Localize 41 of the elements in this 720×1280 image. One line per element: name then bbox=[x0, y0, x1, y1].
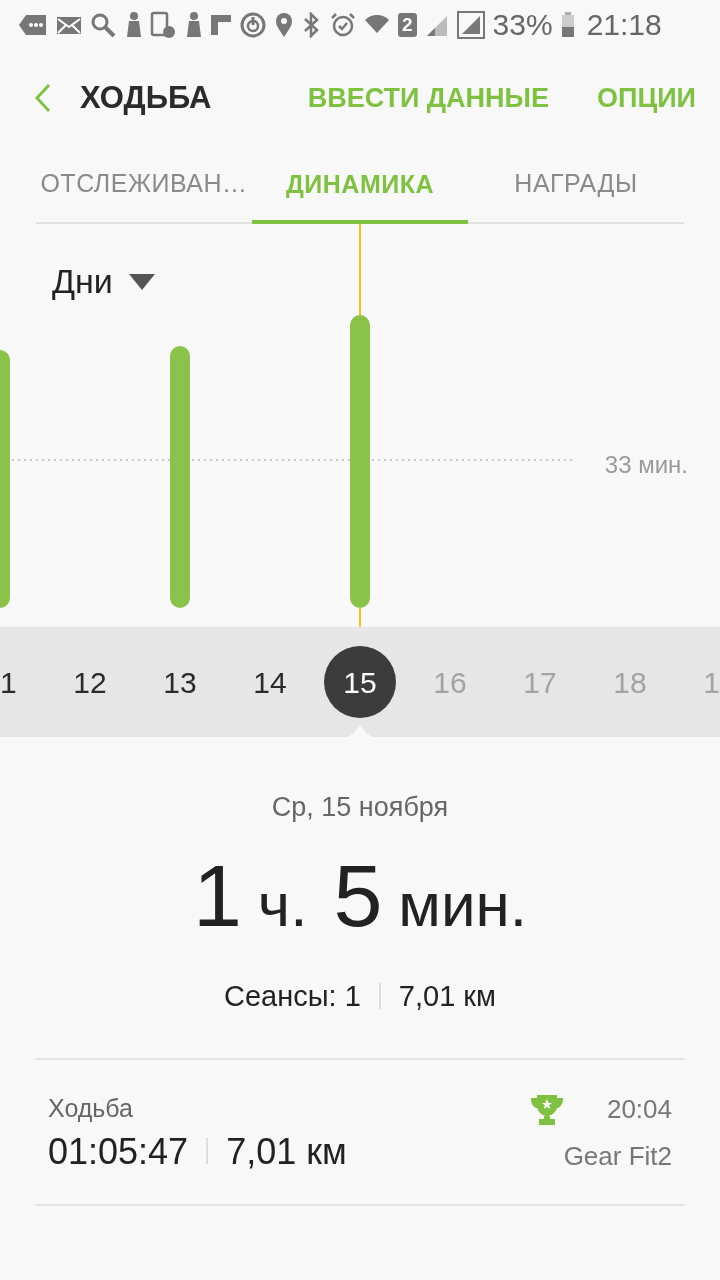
battery-text: 33% bbox=[492, 10, 553, 40]
clock-text: 21:18 bbox=[586, 10, 662, 40]
record-duration: 01:05:47 bbox=[48, 1131, 189, 1172]
day-item[interactable]: 13 bbox=[135, 646, 225, 718]
caret-icon bbox=[128, 273, 155, 290]
day-item[interactable]: 14 bbox=[225, 646, 315, 718]
power-ring-icon bbox=[240, 12, 266, 38]
signal-icon bbox=[456, 11, 485, 39]
record-title: Ходьба bbox=[48, 1093, 134, 1124]
day-item[interactable]: 12 bbox=[45, 646, 135, 718]
day-item[interactable]: 1 bbox=[0, 646, 45, 718]
tablet-clock-icon bbox=[150, 11, 176, 39]
mail-icon bbox=[56, 15, 82, 35]
tab[interactable]: ОТСЛЕЖИВАН… bbox=[36, 146, 252, 222]
figure-icon bbox=[184, 11, 202, 39]
battery-icon bbox=[560, 12, 575, 38]
day-item[interactable]: 15 bbox=[324, 646, 396, 718]
sim-badge: 2 bbox=[398, 13, 417, 37]
back-icon[interactable] bbox=[34, 83, 52, 113]
tab[interactable]: ДИНАМИКА bbox=[252, 146, 468, 224]
header-action-button[interactable]: ВВЕСТИ ДАННЫЕ bbox=[307, 77, 550, 119]
distance-text: 7,01 км bbox=[398, 978, 496, 1014]
duration-unit: мин. bbox=[398, 868, 528, 941]
figure-icon bbox=[124, 11, 142, 39]
period-dropdown[interactable]: Дни bbox=[52, 256, 155, 307]
screen-title: ХОДЬБА bbox=[80, 78, 212, 117]
sessions-text: Сеансы: 1 bbox=[224, 978, 361, 1014]
device-name: Gear Fit2 bbox=[563, 1140, 672, 1173]
record-time: 20:04 bbox=[606, 1093, 672, 1126]
duration-unit: ч. bbox=[257, 868, 308, 941]
date-text: Ср, 15 ноября bbox=[271, 791, 449, 824]
alarm-icon bbox=[330, 12, 356, 38]
duration-value: 5 bbox=[333, 851, 383, 940]
duration-value: 1 bbox=[192, 851, 242, 940]
search-icon bbox=[90, 12, 116, 38]
tab[interactable]: НАГРАДЫ bbox=[468, 146, 684, 222]
location-icon bbox=[274, 12, 294, 38]
notification-icon bbox=[18, 13, 48, 37]
header-action-button[interactable]: ОПЦИИ bbox=[597, 77, 696, 119]
flipboard-icon bbox=[210, 14, 232, 36]
record-distance: 7,01 км bbox=[226, 1131, 347, 1172]
